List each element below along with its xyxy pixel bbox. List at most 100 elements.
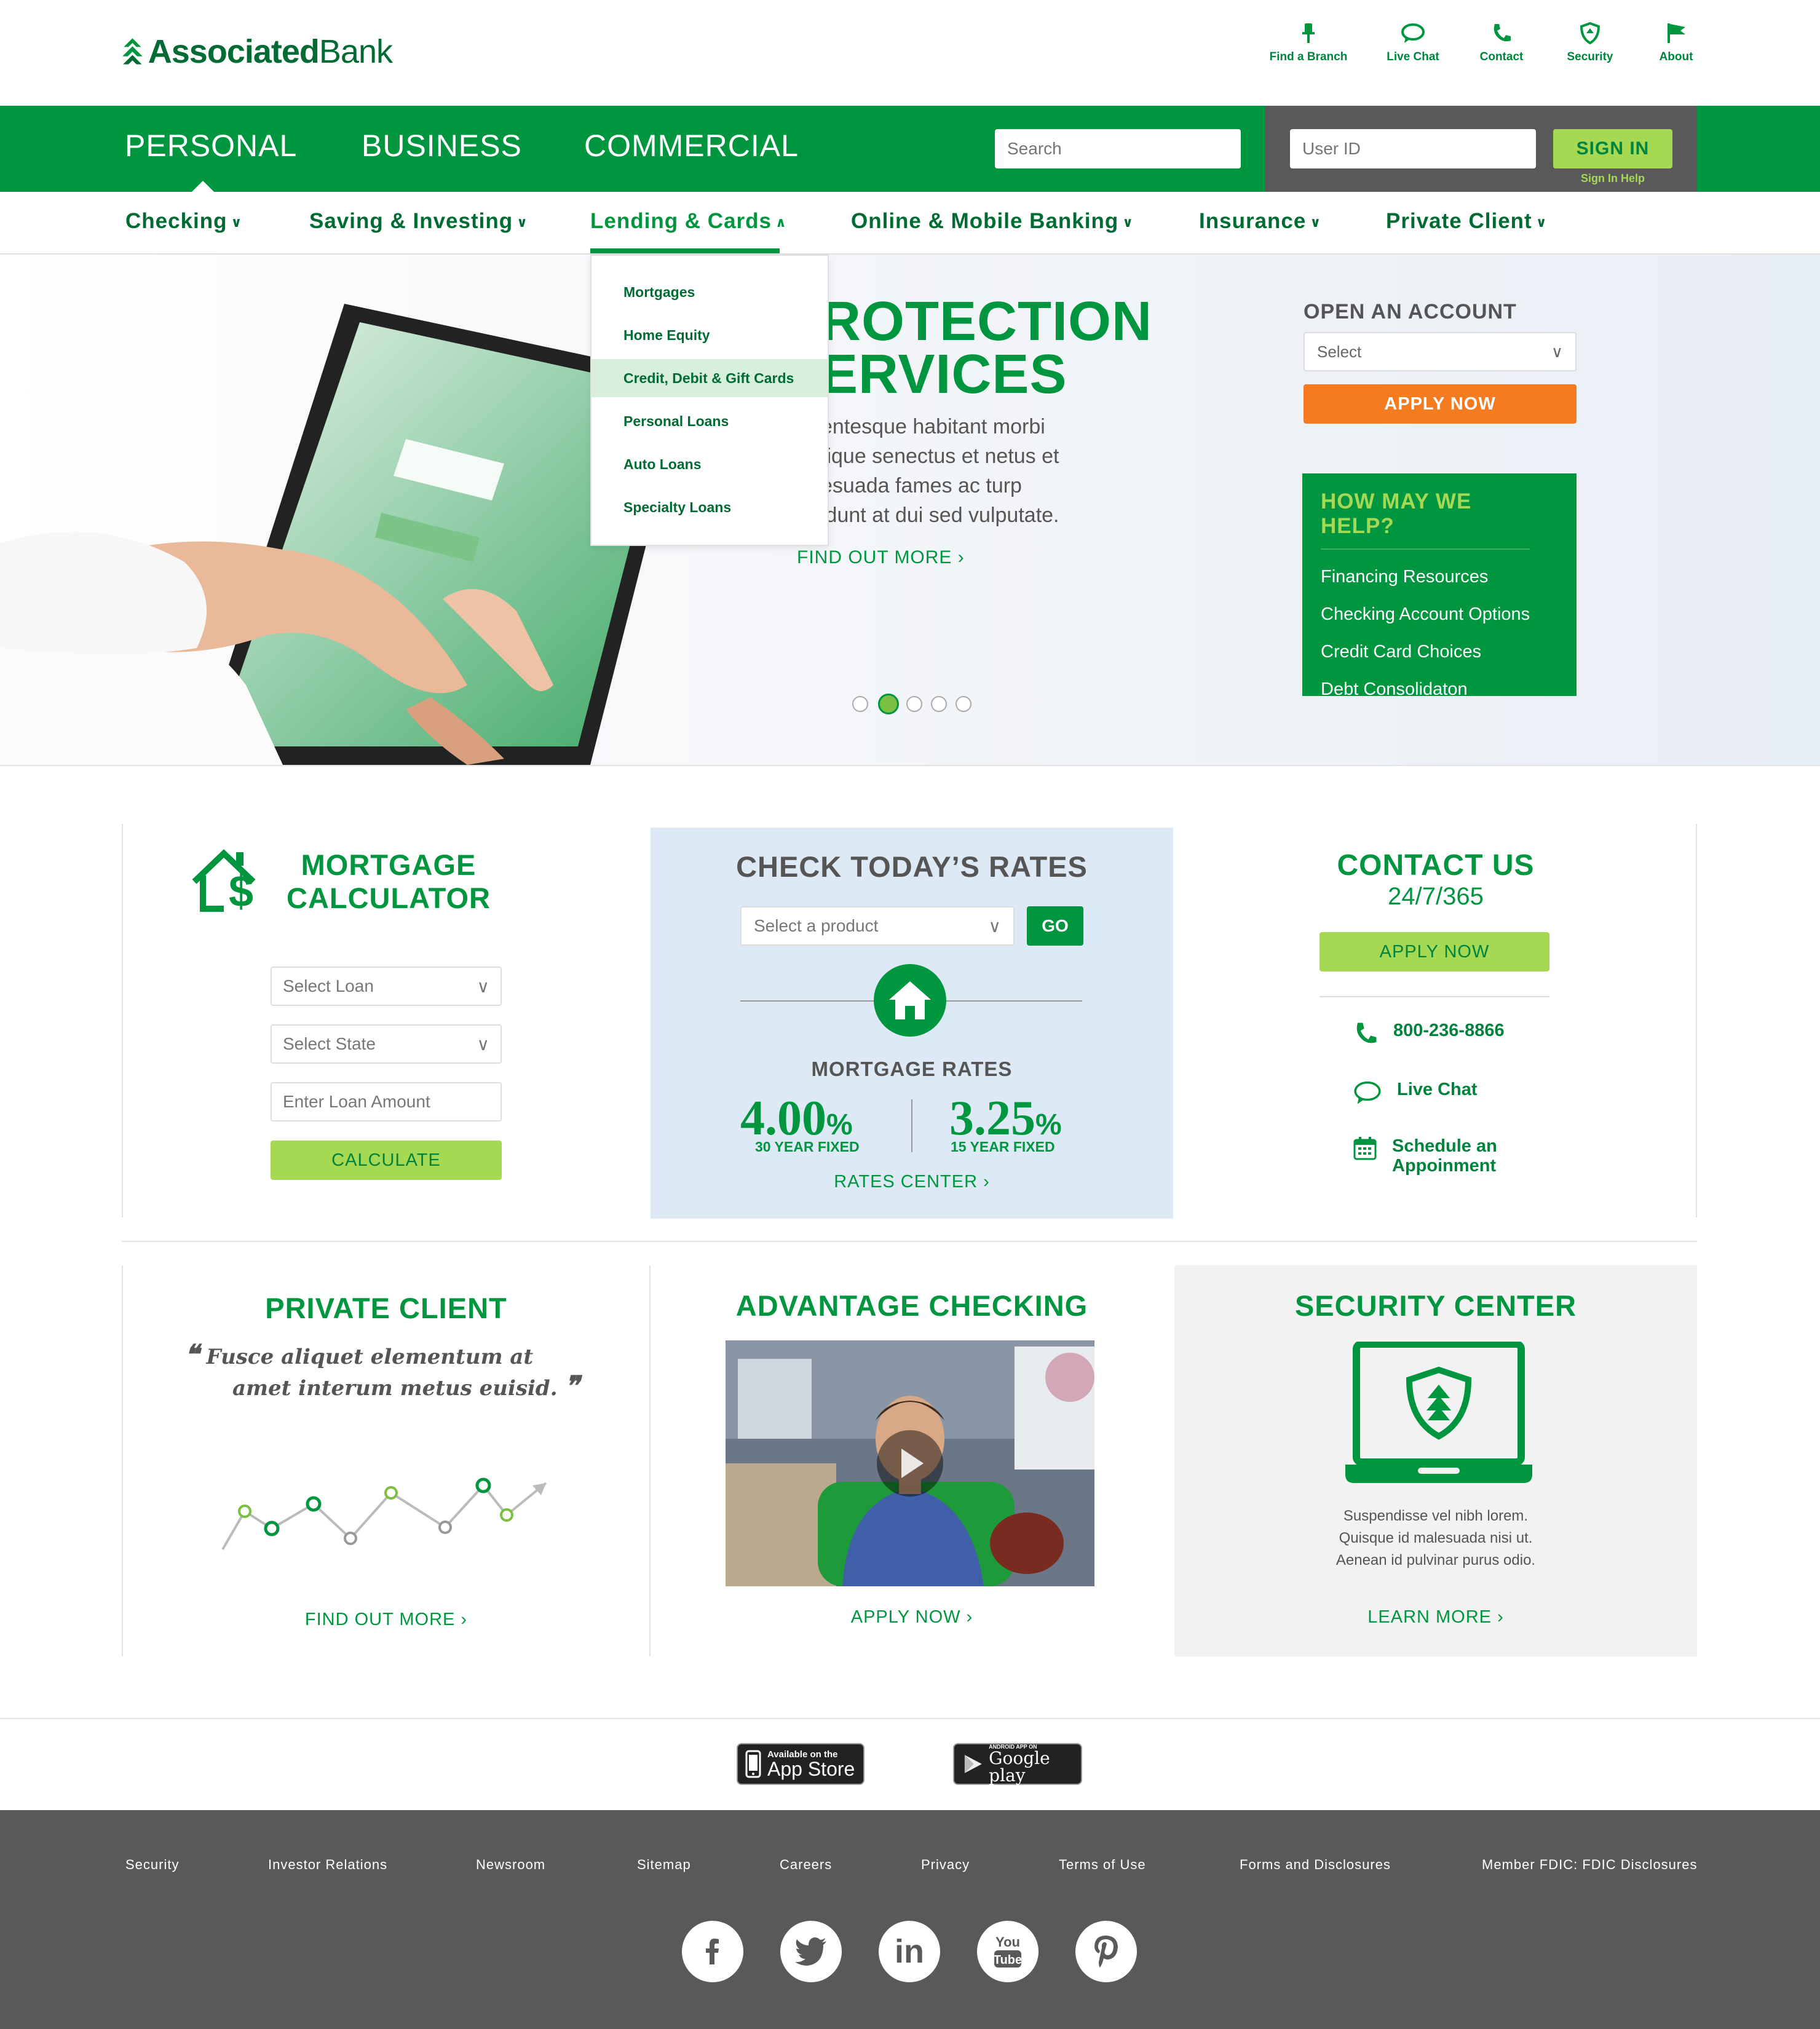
hero-body-line: entesque habitant morbi: [821, 415, 1045, 438]
dropdown-item-credit-debit-gift[interactable]: Credit, Debit & Gift Cards: [592, 359, 828, 397]
calculate-button[interactable]: CALCULATE: [271, 1141, 502, 1180]
help-link-debt[interactable]: Debt Consolidaton: [1321, 679, 1558, 700]
dropdown-item-personal-loans[interactable]: Personal Loans: [592, 402, 828, 440]
schedule-appointment-link[interactable]: Schedule an Appoinment: [1353, 1136, 1497, 1176]
app-store-badge[interactable]: Available on the App Store: [737, 1743, 865, 1785]
footer: [0, 1810, 1820, 2029]
loan-amount-placeholder: Enter Loan Amount: [283, 1092, 430, 1111]
carousel-dot-3[interactable]: [906, 696, 922, 712]
subnav-label: Saving & Investing: [309, 209, 513, 233]
go-button[interactable]: GO: [1027, 906, 1083, 946]
subnav-lending-cards[interactable]: Lending & Cards ∧: [590, 209, 787, 234]
product-select[interactable]: Select a product ∨: [740, 906, 1015, 946]
dropdown-item-home-equity[interactable]: Home Equity: [592, 316, 828, 354]
subnav-checking[interactable]: Checking ∨: [125, 209, 242, 234]
security-text-line: Quisque id malesuada nisi ut.: [1339, 1530, 1533, 1546]
apply-now-button[interactable]: APPLY NOW: [1304, 384, 1577, 424]
pin-icon: [1302, 23, 1315, 43]
dropdown-item-specialty-loans[interactable]: Specialty Loans: [592, 488, 828, 526]
linkedin-icon[interactable]: in: [879, 1921, 940, 1982]
hero-body-line: esuada fames ac turp: [821, 474, 1022, 497]
help-link-financing[interactable]: Financing Resources: [1321, 567, 1558, 587]
about-link[interactable]: About: [1627, 22, 1725, 64]
security-link[interactable]: Security: [1541, 22, 1639, 64]
chevron-right-icon: ›: [957, 547, 965, 568]
open-quote-icon: ❝: [184, 1339, 199, 1370]
hero-find-out-more-link[interactable]: FIND OUT MORE ›: [797, 547, 965, 568]
badge-big-text: Google play: [989, 1747, 1050, 1786]
live-chat-contact-link[interactable]: Live Chat: [1353, 1080, 1478, 1105]
loan-amount-input[interactable]: Enter Loan Amount: [271, 1082, 502, 1121]
search-input[interactable]: [1007, 139, 1229, 159]
product-select-value: Select a product: [754, 916, 879, 935]
tab-personal[interactable]: PERSONAL: [125, 128, 297, 164]
footer-link-security[interactable]: Security: [125, 1857, 179, 1873]
google-play-badge[interactable]: ANDROID APP ON Google play: [953, 1743, 1082, 1785]
live-chat-link[interactable]: Live Chat: [1364, 22, 1462, 64]
chevron-down-icon: ∨: [1122, 214, 1134, 230]
private-client-find-out-more-link[interactable]: FIND OUT MORE ›: [123, 1610, 649, 1630]
phone-link[interactable]: 800-236-8866: [1353, 1021, 1505, 1046]
footer-link-privacy[interactable]: Privacy: [921, 1857, 970, 1873]
subnav-saving-investing[interactable]: Saving & Investing ∨: [309, 209, 528, 234]
rate-value: 3.25: [949, 1091, 1035, 1145]
subnav-private-client[interactable]: Private Client ∨: [1386, 209, 1548, 234]
link-label: LEARN MORE: [1367, 1607, 1492, 1627]
help-link-checking[interactable]: Checking Account Options: [1321, 604, 1558, 625]
pinterest-icon[interactable]: [1075, 1921, 1137, 1982]
contact-apply-now-button[interactable]: APPLY NOW: [1320, 932, 1549, 971]
carousel-dot-2[interactable]: [878, 694, 899, 714]
footer-link-fdic[interactable]: Member FDIC: FDIC Disclosures: [1482, 1857, 1697, 1873]
facebook-icon[interactable]: [682, 1921, 743, 1982]
sign-in-button[interactable]: SIGN IN: [1553, 129, 1672, 168]
chevron-down-icon: ∨: [477, 976, 490, 996]
contact-link[interactable]: Contact: [1452, 22, 1551, 64]
learn-more-link[interactable]: LEARN MORE ›: [1174, 1607, 1697, 1628]
footer-link-terms[interactable]: Terms of Use: [1059, 1857, 1146, 1873]
select-loan-dropdown[interactable]: Select Loan ∨: [271, 967, 502, 1006]
tab-business[interactable]: BUSINESS: [362, 128, 522, 164]
youtube-glyph: You Tube: [994, 1934, 1022, 1968]
schedule-line: Schedule an: [1392, 1136, 1497, 1156]
hero-divider: [0, 765, 1820, 766]
advantage-video[interactable]: [726, 1340, 1094, 1586]
rates-center-link[interactable]: RATES CENTER ›: [651, 1172, 1173, 1192]
carousel-dot-1[interactable]: [852, 696, 868, 712]
subnav-online-mobile[interactable]: Online & Mobile Banking ∨: [851, 209, 1134, 234]
footer-link-newsroom[interactable]: Newsroom: [476, 1857, 545, 1873]
private-client-quote: ❝ Fusce aliquet elementum at amet interu…: [184, 1340, 590, 1403]
mc-title-line: MORTGAGE: [301, 848, 477, 881]
badge-big-text: App Store: [767, 1757, 855, 1780]
footer-link-investor-relations[interactable]: Investor Relations: [268, 1857, 387, 1873]
subnav-insurance[interactable]: Insurance ∨: [1199, 209, 1321, 234]
carousel-dot-4[interactable]: [931, 696, 947, 712]
carousel-dot-5[interactable]: [956, 696, 971, 712]
card-border: [649, 1265, 651, 1656]
footer-link-forms-disclosures[interactable]: Forms and Disclosures: [1240, 1857, 1391, 1873]
twitter-icon[interactable]: [780, 1921, 842, 1982]
chevron-right-icon: ›: [966, 1607, 973, 1627]
hero-title: ROTECTION ERVICES: [821, 294, 1152, 402]
tab-commercial[interactable]: COMMERCIAL: [584, 128, 799, 164]
hero-body: entesque habitant morbi tique senectus e…: [821, 412, 1116, 530]
security-label: Security: [1567, 50, 1613, 63]
select-state-dropdown[interactable]: Select State ∨: [271, 1024, 502, 1064]
open-account-select[interactable]: Select ∨: [1304, 332, 1577, 371]
advantage-apply-now-link[interactable]: APPLY NOW ›: [651, 1607, 1173, 1628]
user-id-input[interactable]: [1290, 129, 1536, 168]
help-link-credit-card[interactable]: Credit Card Choices: [1321, 642, 1558, 662]
dropdown-item-auto-loans[interactable]: Auto Loans: [592, 445, 828, 483]
contact-label: Contact: [1479, 50, 1524, 63]
footer-link-careers[interactable]: Careers: [780, 1857, 832, 1873]
linkedin-glyph: in: [895, 1933, 924, 1970]
logo[interactable]: AssociatedBank: [122, 25, 393, 79]
footer-link-sitemap[interactable]: Sitemap: [637, 1857, 691, 1873]
youtube-icon[interactable]: You Tube: [977, 1921, 1039, 1982]
mortgage-calculator-title: MORTGAGE CALCULATOR: [287, 848, 491, 915]
dropdown-item-mortgages[interactable]: Mortgages: [592, 273, 828, 311]
close-quote-icon: ❞: [564, 1370, 580, 1402]
sign-in-help-link[interactable]: Sign In Help: [1553, 172, 1672, 185]
row-divider: [122, 1241, 1697, 1242]
find-branch-link[interactable]: Find a Branch: [1259, 22, 1358, 64]
subnav-active-indicator: [590, 248, 780, 253]
